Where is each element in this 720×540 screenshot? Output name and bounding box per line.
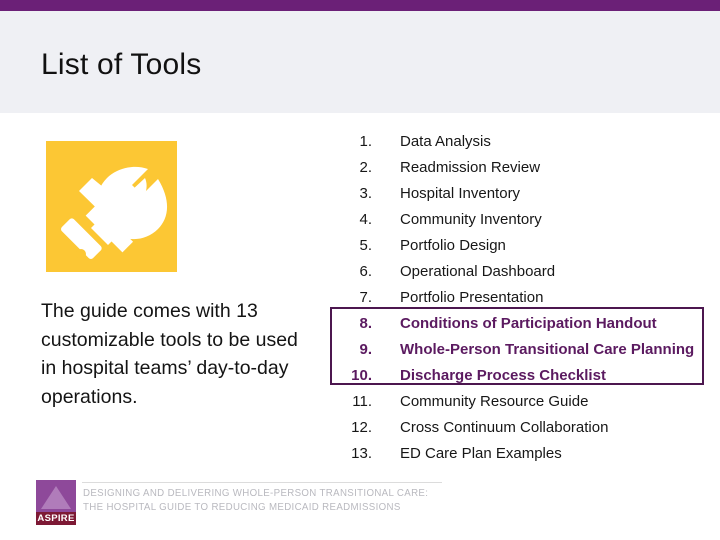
tool-list-item-number: 6. xyxy=(359,262,372,280)
page-title: List of Tools xyxy=(41,48,202,81)
tool-list-item-label: Community Resource Guide xyxy=(400,392,589,410)
intro-paragraph: The guide comes with 13 customizable too… xyxy=(41,300,298,408)
tool-list-item[interactable]: 5. Portfolio Design xyxy=(330,232,720,258)
footer-tagline: DESIGNING AND DELIVERING WHOLE-PERSON TR… xyxy=(83,487,483,514)
aspire-logo-wordmark: ASPIRE xyxy=(36,512,76,525)
tool-list: 1. Data Analysis 2. Readmission Review 3. Hos… xyxy=(330,128,720,466)
tool-list-item-number: 10. xyxy=(351,366,372,384)
tool-list-item[interactable]: 3. Hospital Inventory xyxy=(330,180,720,206)
tool-list-item[interactable]: 8. Conditions of Participation Handout xyxy=(330,310,720,336)
tool-list-item-label: Hospital Inventory xyxy=(400,184,521,202)
tool-list-item-number: 3. xyxy=(359,184,372,202)
tool-list-item-number: 9. xyxy=(359,340,372,358)
tool-list-item-label: Readmission Review xyxy=(400,158,541,176)
tool-list-item-label: Discharge Process Checklist xyxy=(400,366,606,384)
tool-list-item[interactable]: 4. Community Inventory xyxy=(330,206,720,232)
footer-tagline-line-1: DESIGNING AND DELIVERING WHOLE-PERSON TR… xyxy=(83,488,429,499)
tool-list-item[interactable]: 7. Portfolio Presentation xyxy=(330,284,720,310)
tool-list-item-number: 13. xyxy=(351,444,372,462)
tool-list-item-label: Cross Continuum Collaboration xyxy=(400,418,609,436)
tool-list-item[interactable]: 10. Discharge Process Checklist xyxy=(330,362,720,388)
top-accent-bar xyxy=(0,0,720,11)
tools-hammer-wrench-icon xyxy=(46,141,177,272)
tool-list-item[interactable]: 6. Operational Dashboard xyxy=(330,258,720,284)
footer-divider xyxy=(82,482,442,483)
tool-list-item[interactable]: 9. Whole-Person Transitional Care Plannin… xyxy=(330,336,720,362)
tool-list-item-label: Whole-Person Transitional Care Planning xyxy=(400,340,695,358)
tool-list-item[interactable]: 13. ED Care Plan Examples xyxy=(330,440,720,466)
tool-list-item-label: Community Inventory xyxy=(400,210,542,228)
tool-list-item-label: Data Analysis xyxy=(400,132,491,150)
tool-list-item-number: 7. xyxy=(359,288,372,306)
tool-list-item[interactable]: 1. Data Analysis xyxy=(330,128,720,154)
tool-list-item-number: 5. xyxy=(359,236,372,254)
tool-list-item[interactable]: 11. Community Resource Guide xyxy=(330,388,720,414)
tool-list-item-number: 1. xyxy=(359,132,372,150)
aspire-logo-peak-icon xyxy=(41,486,71,509)
tool-list-item-label: ED Care Plan Examples xyxy=(400,444,562,462)
tool-list-item-label: Operational Dashboard xyxy=(400,262,556,280)
tool-list-item[interactable]: 2. Readmission Review xyxy=(330,154,720,180)
tool-list-item-number: 11. xyxy=(352,392,372,410)
tool-list-item-label: Portfolio Presentation xyxy=(400,288,544,306)
tool-list-item-number: 12. xyxy=(351,418,372,436)
tool-list-item-number: 8. xyxy=(359,314,372,332)
aspire-logo: ASPIRE xyxy=(36,480,76,525)
tool-list-item-number: 2. xyxy=(359,158,372,176)
tool-list-item-label: Portfolio Design xyxy=(400,236,506,254)
tool-list-item-number: 4. xyxy=(359,210,372,228)
tool-list-item[interactable]: 12. Cross Continuum Collaboration xyxy=(330,414,720,440)
tool-list-item-label: Conditions of Participation Handout xyxy=(400,314,657,332)
footer-tagline-line-2: THE HOSPITAL GUIDE TO REDUCING MEDICAID … xyxy=(83,501,401,513)
